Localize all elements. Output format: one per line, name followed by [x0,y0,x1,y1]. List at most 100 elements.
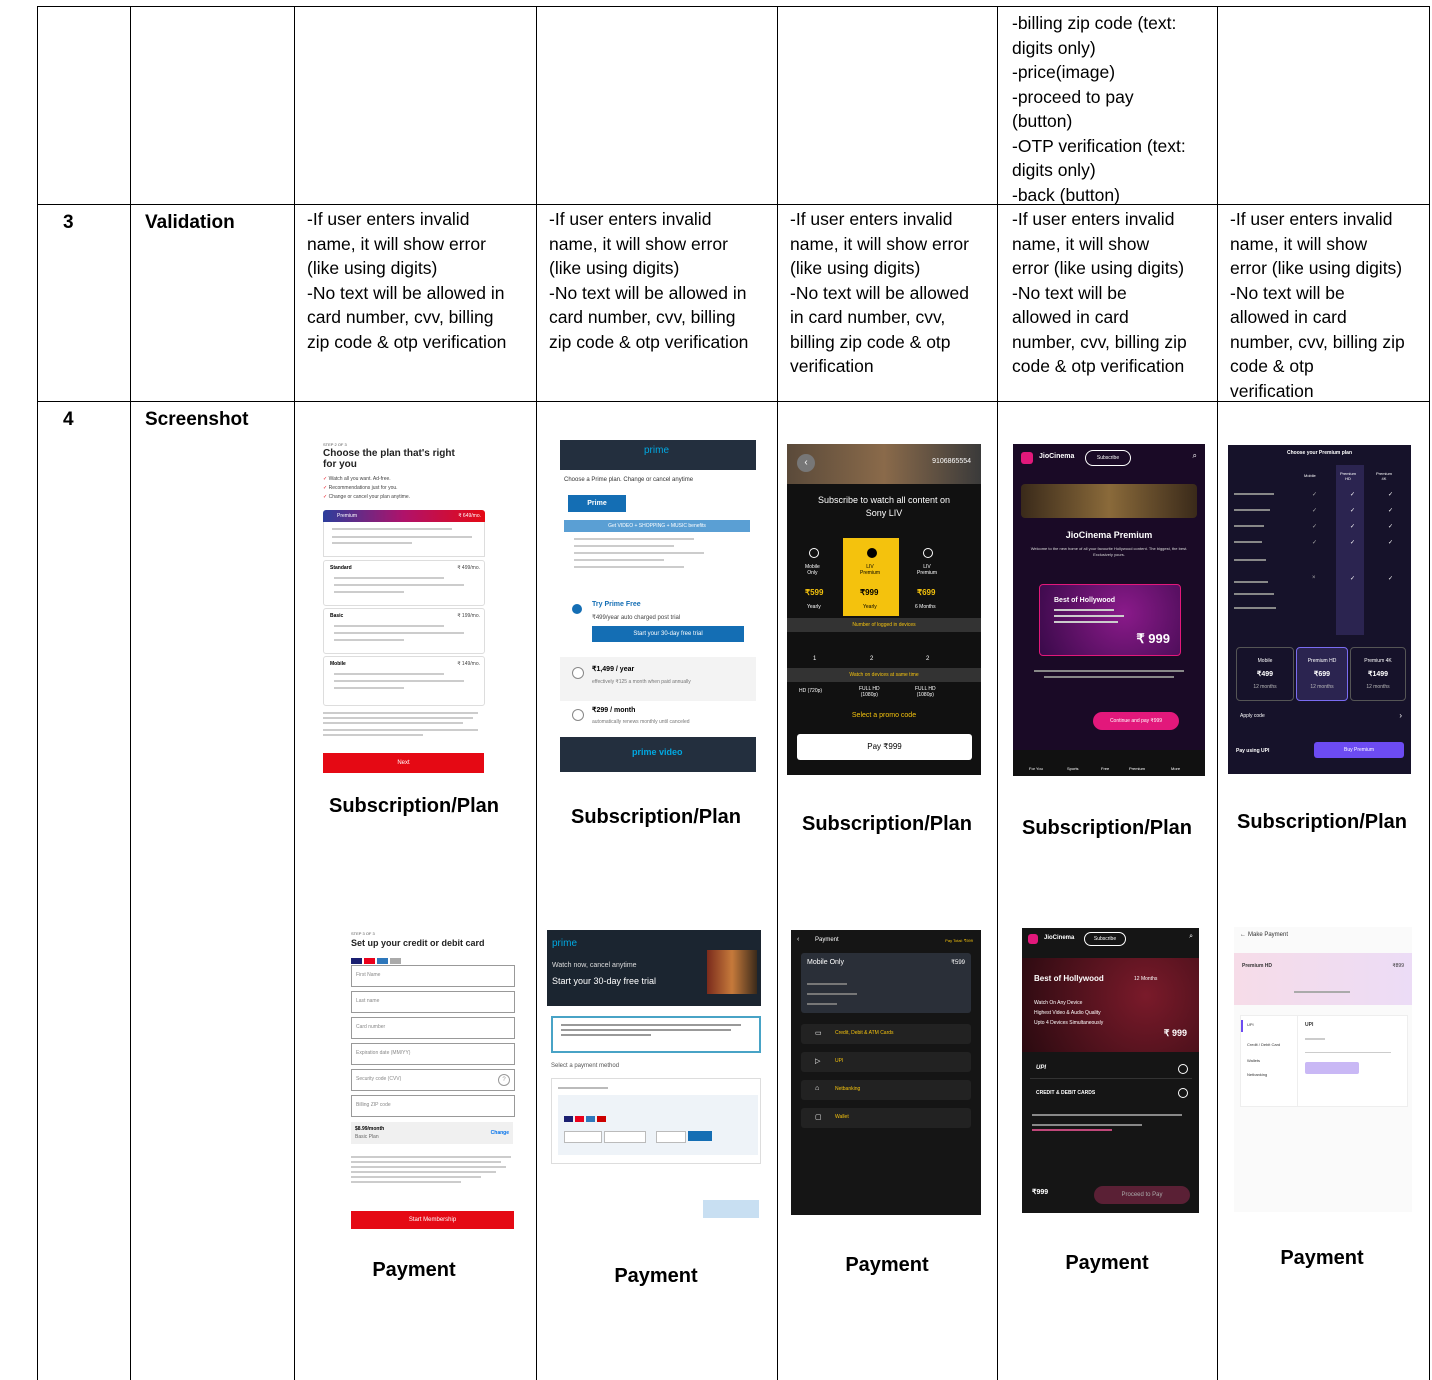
col-border [997,6,998,1380]
row-border [37,401,1430,402]
tab-prime[interactable]: Prime [568,495,626,512]
step-label: STEP 2 OF 3 [323,442,347,447]
terms-text [351,1156,513,1183]
checklist: ✓ Watch all you want. Ad-free. ✓ Recomme… [323,476,483,500]
verify-pay-button[interactable] [1305,1062,1359,1074]
mobile-plan-card[interactable]: Mobile ₹ 149/mo. [323,656,485,706]
nav-item[interactable]: Free [1101,766,1109,771]
upi-icon: ▷ [815,1058,821,1065]
netflix-payment-screenshot: STEP 3 OF 3 Set up your credit or debit … [346,928,518,1231]
quality-label: HD (720p) [799,688,823,694]
card-number-field[interactable]: Card number [351,1017,515,1039]
method-cards[interactable]: CREDIT & DEBIT CARDS [1030,1084,1192,1102]
plan-card-premium-hd[interactable]: Premium HD ₹699 12 months [1296,647,1348,701]
first-name-field[interactable]: First Name [351,965,515,987]
method-netbanking[interactable]: Netbanking ⌂ [801,1080,971,1100]
back-icon[interactable]: ‹ [797,454,815,472]
radio-selected[interactable] [572,604,582,614]
nav-item[interactable]: Premium [1129,766,1145,771]
pay-using-upi[interactable]: Pay using UPI [1236,748,1269,754]
method-tab[interactable]: UPI [1247,1022,1254,1027]
prime-video-footer: prime video [560,737,756,772]
brand-name: JioCinema [1039,453,1075,460]
nav-item[interactable]: Sports [1067,766,1079,771]
pay-total: Pay Total: ₹599 [945,938,973,943]
nav-item[interactable]: For You [1029,766,1043,771]
premium-plan-body [323,522,485,557]
check-item: ✓ Recommendations just for you. [323,485,398,491]
col-header: Premium HD [1340,471,1357,481]
start-membership-button[interactable]: Start Membership [351,1211,514,1229]
method-cards[interactable]: Credit, Debit & ATM Cards ▭ [801,1024,971,1044]
month-plan-row[interactable]: ₹299 / month automatically renews monthl… [560,701,756,737]
chevron-right-icon: › [1399,711,1402,720]
subscribe-button[interactable]: Subscribe [1085,450,1131,466]
search-icon[interactable]: ⌕ [1193,451,1197,461]
col-border [536,6,537,1380]
payment-methods: UPI Credit / Debit Card Wallets Netbanki… [1240,1015,1408,1107]
payment-caption: Payment [845,1254,929,1276]
method-tab[interactable]: Wallets [1247,1058,1260,1063]
search-icon[interactable]: ⌕ [1189,933,1193,941]
sony-title: Subscribe to watch all content on Sony L… [817,495,951,518]
back-icon[interactable]: ‹ [797,936,799,943]
try-prime-title: Try Prime Free [592,601,641,608]
payment-caption: Payment [372,1259,456,1281]
back-arrow-icon[interactable]: ← [1240,932,1246,938]
card-option[interactable] [558,1095,758,1155]
help-icon: ? [498,1074,510,1086]
col-header: Premium 4K [1376,471,1393,481]
proceed-to-pay-button[interactable]: Proceed to Pay [1094,1186,1190,1204]
validation-cell: -If user enters invalid name, it will sh… [307,209,507,352]
prime-logo: prime [644,445,670,456]
prime-header: prime [560,440,756,470]
method-wallet[interactable]: Wallet ▢ [801,1108,971,1128]
expiration-field[interactable]: Expiration date (MM/YY) [351,1043,515,1065]
upi-input[interactable] [1305,1052,1391,1053]
premium-plan-header[interactable]: Premium ₹ 649/mo. [323,510,485,522]
hotstar-plan-screenshot: Choose your Premium plan Mobile Premium … [1228,445,1411,774]
pay-button[interactable]: Pay ₹999 [797,734,972,760]
wallet-icon: ▢ [815,1114,822,1121]
plan-caption: Subscription/Plan [1236,811,1408,833]
standard-plan-card[interactable]: Standard ₹ 499/mo. [323,560,485,606]
promo-code-link[interactable]: Select a promo code [787,712,981,719]
method-upi[interactable]: UPI ▷ [801,1052,971,1072]
card-icon: ▭ [815,1030,822,1037]
plan-card-premium-4k[interactable]: Premium 4K ₹1499 12 months [1350,647,1406,701]
bank-icon: ⌂ [815,1085,820,1092]
jio-plan-screenshot: JioCinema Subscribe ⌕ JioCinema Premium … [1013,444,1205,776]
terms-text [1032,1114,1192,1131]
jio-payment-screenshot: JioCinema Subscribe ⌕ Best of Hollywood … [1022,928,1199,1213]
continue-button[interactable] [703,1200,759,1218]
quality-label: FULL HD (1080p) [859,686,880,698]
payment-caption: Payment [614,1265,698,1287]
col-header: Mobile [1304,473,1316,478]
last-name-field[interactable]: Last name [351,991,515,1013]
change-link[interactable]: Change [491,1130,509,1136]
benefits-bar: Get VIDEO + SHOPPING + MUSIC benefits [564,520,750,532]
radio-plan [923,548,933,558]
method-tab[interactable]: Credit / Debit Card [1247,1042,1280,1047]
next-button[interactable]: Next [323,753,484,773]
row-number: 3 [63,212,74,233]
subscribe-button[interactable]: Subscribe [1084,932,1126,946]
prime-plan-screenshot: prime Choose a Prime plan. Change or can… [560,440,756,772]
year-plan-row[interactable]: ₹1,499 / year effectively ₹125 a month w… [560,657,756,701]
method-upi[interactable]: UPI [1030,1060,1192,1079]
continue-pay-button[interactable]: Continue and pay ₹999 [1093,712,1179,730]
phone-number: 9106865554 [932,458,971,465]
cvv-field[interactable]: Security code (CVV)? [351,1069,515,1091]
nav-item[interactable]: More [1171,766,1180,771]
zip-code-field[interactable]: Billing ZIP code [351,1095,515,1117]
plan-card-mobile[interactable]: Mobile ₹499 12 months [1236,647,1294,701]
plan-card[interactable]: Best of Hollywood ₹ 999 [1039,584,1181,656]
basic-plan-card[interactable]: Basic ₹ 199/mo. [323,608,485,654]
validation-cell: -If user enters invalid name, it will sh… [790,209,969,376]
device-count: 1 [813,656,817,662]
apply-code-row[interactable]: Apply code › [1236,711,1404,723]
method-tab[interactable]: Netbanking [1247,1072,1267,1077]
start-trial-button[interactable]: Start your 30-day free trial [592,626,744,642]
select-payment-label: Select a payment method [551,1063,620,1069]
buy-premium-button[interactable]: Buy Premium [1314,742,1404,758]
